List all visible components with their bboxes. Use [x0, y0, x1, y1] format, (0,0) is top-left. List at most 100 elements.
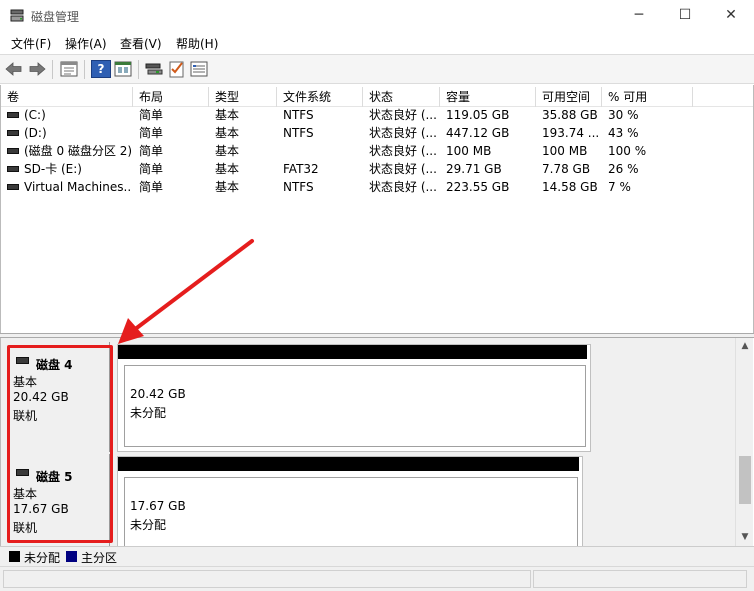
- legend-unallocated: 未分配: [24, 551, 61, 565]
- status-segment: [533, 570, 747, 588]
- disk-icon: [16, 357, 29, 364]
- partition-state: 未分配: [130, 518, 167, 532]
- console-view-icon[interactable]: [59, 60, 79, 78]
- checklist-icon[interactable]: [167, 60, 187, 78]
- volume-row[interactable]: (磁盘 0 磁盘分区 2) 简单 基本 状态良好 (... 100 MB 100…: [1, 142, 753, 160]
- volume-status: 状态良好 (...: [369, 144, 437, 158]
- scroll-thumb[interactable]: [739, 456, 751, 504]
- column-header-layout[interactable]: 布局: [133, 87, 209, 107]
- volume-layout: 简单: [139, 162, 164, 176]
- disk-5-unallocated-partition[interactable]: 17.67 GB 未分配: [117, 456, 583, 546]
- disk-4-unallocated-partition[interactable]: 20.42 GB 未分配: [117, 344, 591, 452]
- minimize-button[interactable]: ─: [616, 0, 662, 32]
- volume-type: 基本: [215, 162, 240, 176]
- volume-free-space: 35.88 GB: [542, 108, 598, 122]
- partition-size: 17.67 GB: [130, 499, 186, 513]
- disk-state: 联机: [13, 521, 38, 535]
- volume-free-space: 14.58 GB: [542, 180, 598, 194]
- title-bar: 磁盘管理 ─ ☐ ✕: [0, 0, 754, 32]
- toolbar: ?: [0, 54, 754, 84]
- volume-type: 基本: [215, 108, 240, 122]
- properties-view-icon[interactable]: [113, 60, 133, 78]
- disk-4-label[interactable]: 磁盘 4 基本 20.42 GB 联机: [6, 342, 110, 452]
- disk-size: 17.67 GB: [13, 502, 69, 516]
- settings-list-icon[interactable]: [189, 60, 209, 78]
- drive-icon: [7, 112, 19, 118]
- status-segment: [3, 570, 531, 588]
- scroll-up-icon[interactable]: ▲: [736, 338, 754, 355]
- volume-layout: 简单: [139, 180, 164, 194]
- disk-type: 基本: [13, 487, 38, 501]
- volume-capacity: 223.55 GB: [446, 180, 510, 194]
- column-header-type[interactable]: 类型: [209, 87, 277, 107]
- volume-name: (磁盘 0 磁盘分区 2): [24, 144, 132, 158]
- disk-name: 磁盘 4: [36, 358, 73, 372]
- disk-icon: [16, 469, 29, 476]
- volume-filesystem: [283, 142, 361, 160]
- menu-help[interactable]: 帮助(H): [176, 35, 218, 52]
- volume-percent-free: 7 %: [608, 180, 631, 194]
- connect-icon[interactable]: [144, 60, 164, 78]
- disk-name: 磁盘 5: [36, 470, 73, 484]
- disk-5-label[interactable]: 磁盘 5 基本 17.67 GB 联机: [6, 454, 110, 546]
- volume-capacity: 447.12 GB: [446, 126, 510, 140]
- toolbar-separator: [138, 60, 139, 79]
- forward-arrow-icon[interactable]: [27, 60, 47, 78]
- partition-size: 20.42 GB: [130, 387, 186, 401]
- close-button[interactable]: ✕: [708, 0, 754, 32]
- volume-type: 基本: [215, 126, 240, 140]
- drive-icon: [7, 184, 19, 190]
- volume-list-header: 卷 布局 类型 文件系统 状态 容量 可用空间 % 可用: [1, 87, 753, 107]
- disk-size: 20.42 GB: [13, 390, 69, 404]
- primary-partition-swatch: [66, 551, 77, 562]
- volume-filesystem: NTFS: [283, 108, 314, 122]
- volume-layout: 简单: [139, 126, 164, 140]
- volume-type: 基本: [215, 180, 240, 194]
- toolbar-separator: [84, 60, 85, 79]
- menu-view[interactable]: 查看(V): [120, 35, 162, 52]
- volume-type: 基本: [215, 144, 240, 158]
- volume-row[interactable]: Virtual Machines... 简单 基本 NTFS 状态良好 (...…: [1, 178, 753, 196]
- volume-free-space: 193.74 ...: [542, 126, 600, 140]
- disk-graph-pane: 磁盘 4 基本 20.42 GB 联机 20.42 GB 未分配 磁盘 5 基本…: [0, 338, 735, 546]
- volume-layout: 简单: [139, 144, 164, 158]
- status-bar: [0, 566, 754, 591]
- disk-management-app-icon: [10, 9, 24, 22]
- unallocated-bar: [118, 457, 579, 471]
- volume-percent-free: 26 %: [608, 162, 639, 176]
- column-header-status[interactable]: 状态: [363, 87, 440, 107]
- volume-name: SD-卡 (E:): [24, 162, 82, 176]
- volume-row[interactable]: SD-卡 (E:) 简单 基本 FAT32 状态良好 (... 29.71 GB…: [1, 160, 753, 178]
- scroll-down-icon[interactable]: ▼: [736, 529, 754, 546]
- vertical-scrollbar[interactable]: ▲ ▼: [735, 338, 753, 546]
- back-arrow-icon[interactable]: [4, 60, 24, 78]
- column-header-filesystem[interactable]: 文件系统: [277, 87, 363, 107]
- column-header-volume[interactable]: 卷: [1, 87, 133, 107]
- menu-action[interactable]: 操作(A): [65, 35, 107, 52]
- volume-row[interactable]: (D:) 简单 基本 NTFS 状态良好 (... 447.12 GB 193.…: [1, 124, 753, 142]
- partition-body: 20.42 GB 未分配: [124, 365, 586, 447]
- legend-primary-partition: 主分区: [81, 551, 118, 565]
- menu-file[interactable]: 文件(F): [11, 35, 51, 52]
- help-icon[interactable]: ?: [91, 60, 111, 78]
- column-header-capacity[interactable]: 容量: [440, 87, 536, 107]
- column-header-percent-free[interactable]: % 可用: [602, 87, 693, 107]
- toolbar-separator: [52, 60, 53, 79]
- volume-percent-free: 30 %: [608, 108, 639, 122]
- volume-status: 状态良好 (...: [369, 180, 437, 194]
- volume-free-space: 100 MB: [542, 144, 588, 158]
- volume-status: 状态良好 (...: [369, 126, 437, 140]
- volume-percent-free: 100 %: [608, 144, 647, 158]
- partition-body: 17.67 GB 未分配: [124, 477, 578, 546]
- column-header-free-space[interactable]: 可用空间: [536, 87, 602, 107]
- volume-free-space: 7.78 GB: [542, 162, 591, 176]
- volume-capacity: 100 MB: [446, 144, 492, 158]
- volume-row[interactable]: (C:) 简单 基本 NTFS 状态良好 (... 119.05 GB 35.8…: [1, 106, 753, 124]
- volume-layout: 简单: [139, 108, 164, 122]
- volume-name: (D:): [24, 126, 47, 140]
- volume-filesystem: NTFS: [283, 180, 314, 194]
- maximize-button[interactable]: ☐: [662, 0, 708, 32]
- drive-icon: [7, 148, 19, 154]
- disk-type: 基本: [13, 375, 38, 389]
- partition-state: 未分配: [130, 406, 167, 420]
